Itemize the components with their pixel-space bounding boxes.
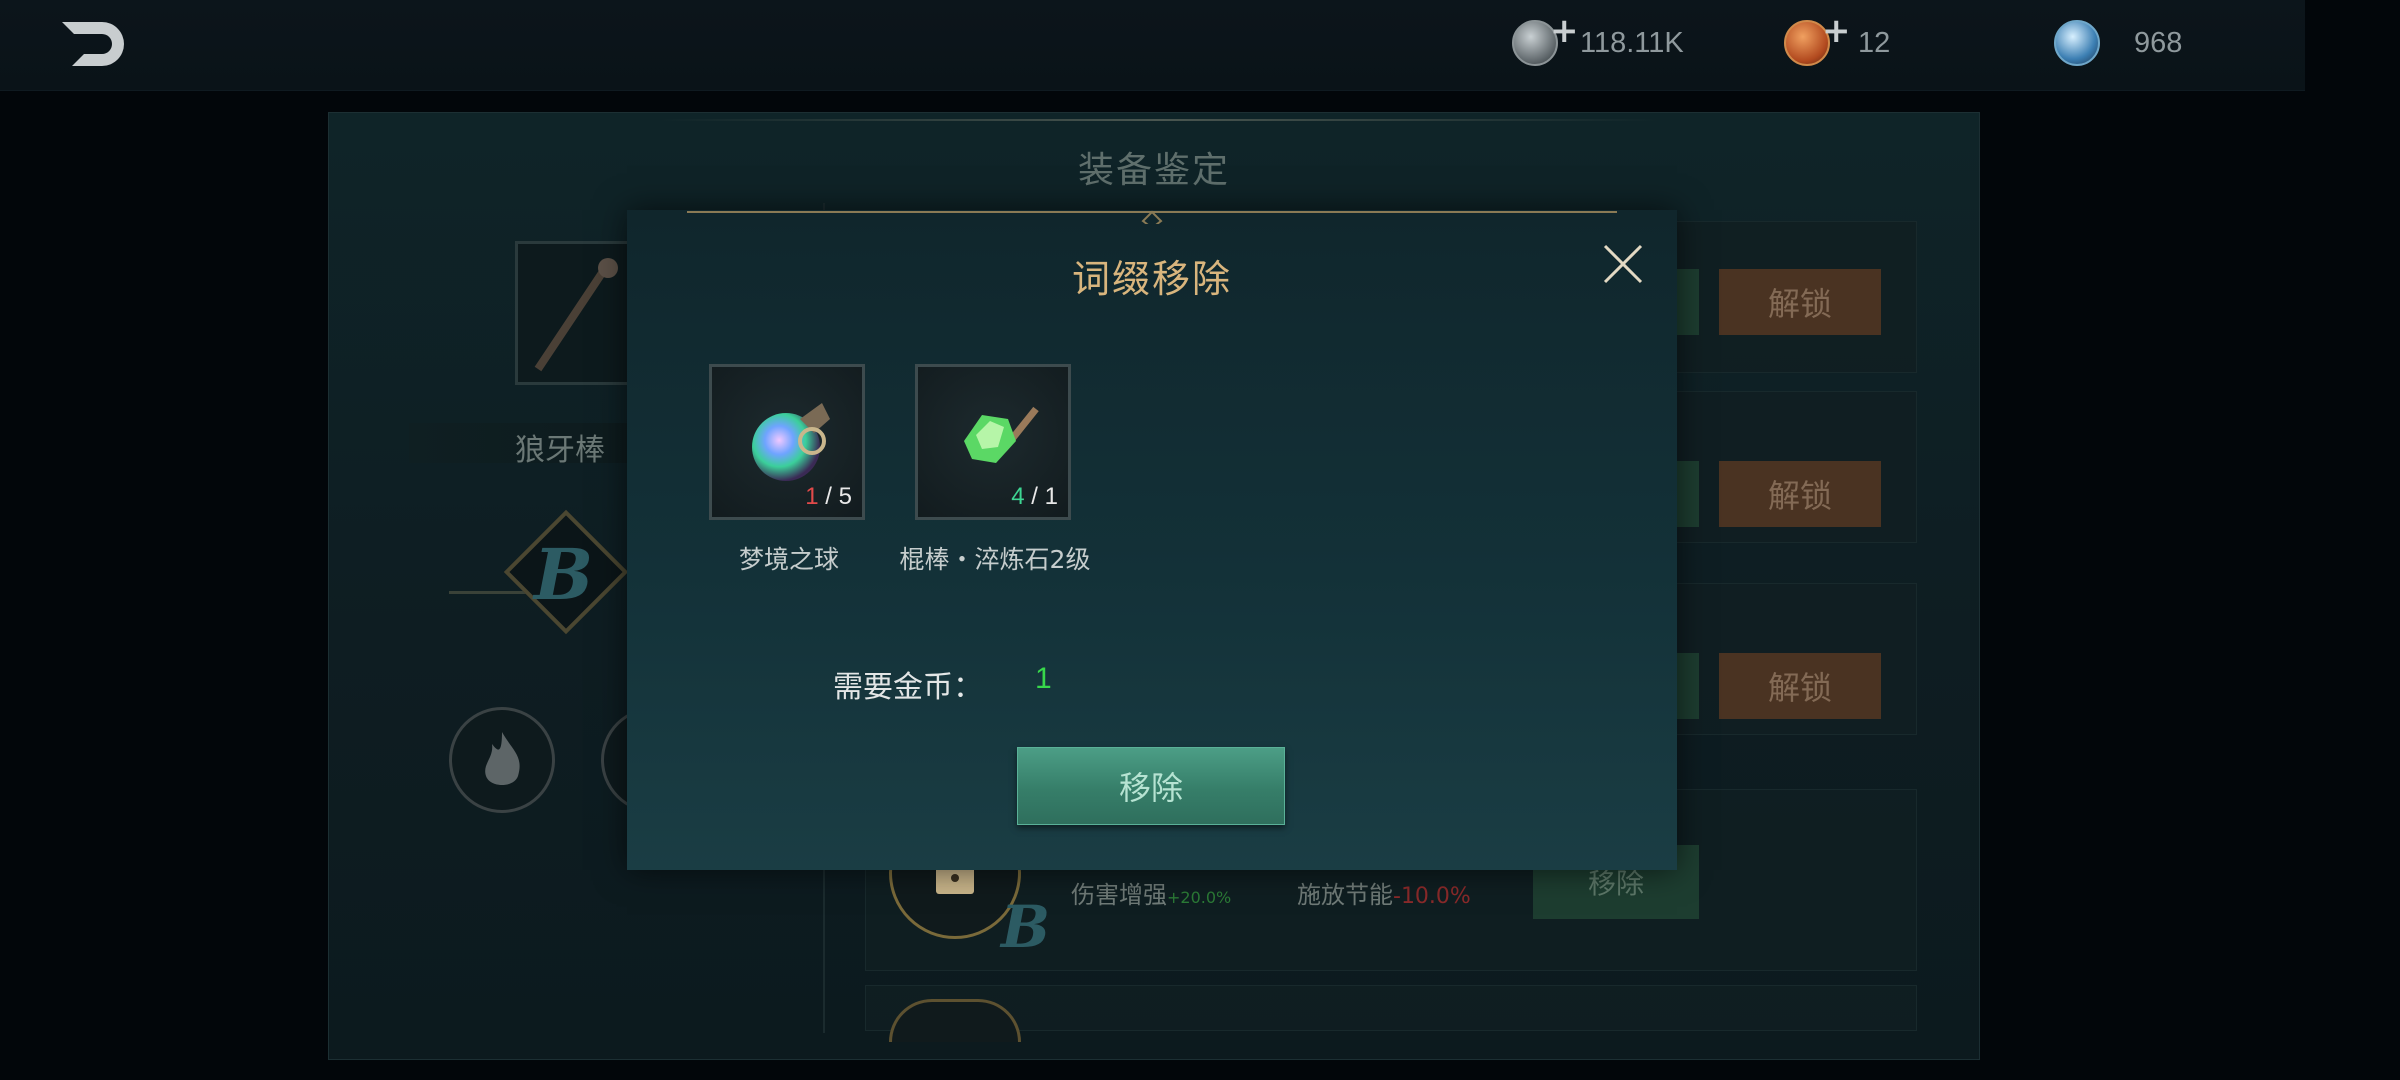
unlock-button-2[interactable]: 解锁	[1719, 461, 1881, 527]
copper-coin-counter: + 12	[1784, 14, 1891, 68]
top-bar: + 118.11K + 12 968	[0, 0, 2305, 91]
material-name: 棍棒・淬炼石2级	[899, 545, 1091, 574]
weapon-name: 狼牙棒	[515, 433, 605, 468]
back-arrow-icon[interactable]	[58, 18, 134, 70]
material-count: 4 / 1	[1011, 483, 1058, 510]
affix-removal-dialog: 词缀移除 1 / 5 梦境之球 4 / 1 棍棒・淬炼石2级 需要金币： 1 移…	[627, 210, 1677, 870]
fire-skill-icon[interactable]	[449, 707, 555, 813]
silver-coin-value: 118.11K	[1580, 26, 1684, 59]
crystal-orb-value: 968	[2134, 26, 2183, 59]
crystal-orb-icon	[2054, 20, 2100, 66]
material-slot[interactable]: 4 / 1	[915, 364, 1071, 520]
stat-damage-value: +20.0%	[1167, 888, 1232, 907]
material-need: 5	[838, 483, 852, 510]
copper-coin-icon: +	[1784, 14, 1851, 66]
unlock-button-3[interactable]: 解锁	[1719, 653, 1881, 719]
material-need: 1	[1044, 483, 1058, 510]
close-icon[interactable]	[1599, 240, 1647, 288]
material-name: 梦境之球	[738, 545, 839, 574]
stat-damage-label: 伤害增强	[1071, 881, 1167, 909]
green-refine-stone-icon	[964, 406, 1039, 463]
material-count: 1 / 5	[805, 483, 852, 510]
panel-title: 装备鉴定	[1077, 150, 1230, 191]
copper-coin-value: 12	[1858, 26, 1891, 59]
silver-coin-icon: +	[1512, 14, 1579, 66]
gold-cost-value: 1	[1035, 662, 1052, 695]
grade-letter: B	[534, 533, 594, 616]
panel-top-ornament	[659, 119, 1659, 121]
affix-grade-letter: B	[1001, 893, 1051, 961]
unlock-button-1[interactable]: 解锁	[1719, 269, 1881, 335]
crystal-orb-counter: 968	[2054, 18, 2182, 68]
material-item[interactable]: 4 / 1 棍棒・淬炼石2级	[900, 364, 1090, 576]
modal-top-ornament	[687, 210, 1617, 224]
stat-damage: 伤害增强+20.0%	[1071, 875, 1231, 910]
weapon-slot[interactable]	[515, 241, 637, 385]
add-silver-button[interactable]: +	[1550, 14, 1579, 48]
dream-orb-icon	[752, 403, 830, 481]
material-have: 4	[1011, 483, 1025, 510]
silver-coin-counter: + 118.11K	[1512, 14, 1684, 68]
affix-row	[865, 985, 1917, 1031]
material-slot[interactable]: 1 / 5	[709, 364, 865, 520]
gold-cost-label: 需要金币：	[833, 670, 983, 705]
lock-icon	[889, 999, 1021, 1042]
add-copper-button[interactable]: +	[1822, 14, 1851, 48]
stat-cast: 施放节能-10.0%	[1297, 875, 1471, 910]
stat-cast-value: -10.0%	[1393, 884, 1471, 909]
mace-icon	[534, 258, 618, 372]
material-item[interactable]: 1 / 5 梦境之球	[709, 364, 869, 576]
material-have: 1	[805, 483, 819, 510]
dialog-title: 词缀移除	[1071, 257, 1232, 301]
stat-cast-label: 施放节能	[1297, 881, 1393, 909]
remove-button[interactable]: 移除	[1017, 747, 1285, 825]
